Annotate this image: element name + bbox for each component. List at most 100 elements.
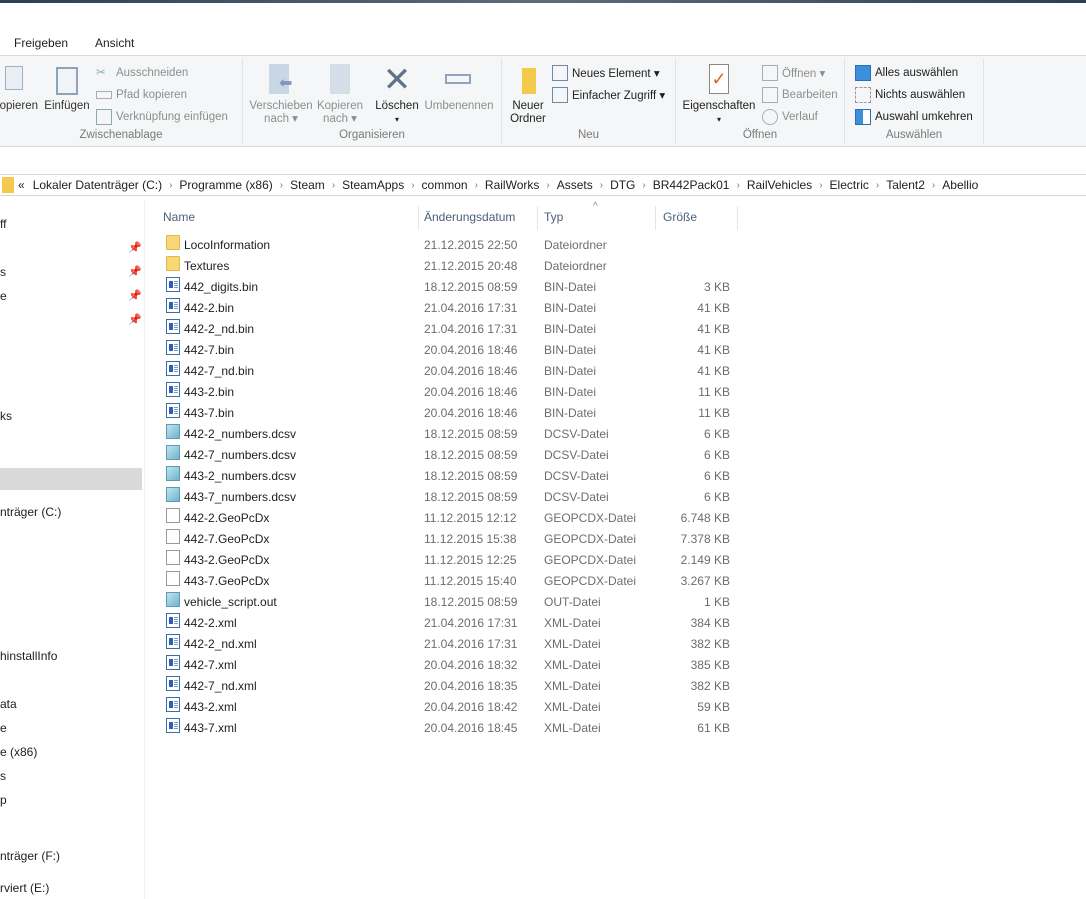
file-row[interactable]: 443-7.xml 20.04.2016 18:45 XML-Datei 61 … — [160, 718, 740, 739]
new-folder-button[interactable]: Neuer Ordner — [506, 64, 550, 126]
file-row[interactable]: 442-7_numbers.dcsv 18.12.2015 08:59 DCSV… — [160, 445, 740, 466]
file-row[interactable]: 443-2.GeoPcDx 11.12.2015 12:25 GEOPCDX-D… — [160, 550, 740, 571]
nav-item[interactable]: nträger (C:) — [0, 501, 142, 523]
breadcrumb-item[interactable]: SteamApps — [342, 178, 404, 192]
column-header-date[interactable]: Änderungsdatum — [424, 206, 515, 228]
chevron-right-icon[interactable]: › — [546, 180, 549, 191]
breadcrumb-item[interactable]: Abellio — [942, 178, 978, 192]
column-header-type[interactable]: Typ — [544, 206, 563, 228]
open-button[interactable]: Öffnen ▾ — [762, 64, 825, 82]
file-row[interactable]: 442-2_numbers.dcsv 18.12.2015 08:59 DCSV… — [160, 424, 740, 445]
file-row[interactable]: 442-7.xml 20.04.2016 18:32 XML-Datei 385… — [160, 655, 740, 676]
file-row[interactable]: 443-7.bin 20.04.2016 18:46 BIN-Datei 11 … — [160, 403, 740, 424]
properties-button[interactable]: ✓ Eigenschaften ▾ — [680, 64, 758, 126]
nav-item[interactable]: ff — [0, 213, 142, 235]
chevron-right-icon[interactable]: › — [600, 180, 603, 191]
tab-view[interactable]: Ansicht — [95, 36, 134, 50]
paste-shortcut-button[interactable]: Verknüpfung einfügen — [96, 108, 228, 126]
file-row[interactable]: 442-2.bin 21.04.2016 17:31 BIN-Datei 41 … — [160, 298, 740, 319]
select-none-button[interactable]: Nichts auswählen — [855, 86, 965, 104]
chevron-right-icon[interactable]: › — [876, 180, 879, 191]
delete-button[interactable]: ✕ Löschen ▾ — [373, 63, 421, 126]
chevron-right-icon[interactable]: › — [475, 180, 478, 191]
address-bar[interactable]: « Lokaler Datenträger (C:) › Programme (x8… — [0, 174, 1086, 196]
chevron-right-icon[interactable]: › — [642, 180, 645, 191]
history-button[interactable]: Verlauf — [762, 108, 818, 126]
copy-path-button[interactable]: Pfad kopieren — [96, 86, 187, 104]
paste-button[interactable]: Einfügen — [42, 64, 92, 113]
copy-button[interactable]: Kopieren — [0, 64, 40, 113]
nav-item-pinned[interactable]: 📌 — [0, 237, 142, 259]
nav-item[interactable]: e (x86) — [0, 741, 142, 763]
breadcrumb-item[interactable]: Electric — [830, 178, 869, 192]
pin-icon[interactable]: 📌 — [128, 309, 142, 331]
nav-item-selected[interactable] — [0, 468, 142, 490]
breadcrumb-item[interactable]: DTG — [610, 178, 635, 192]
chevron-right-icon[interactable]: › — [280, 180, 283, 191]
move-to-button[interactable]: ⬅ Verschieben nach ▾ — [247, 64, 315, 126]
nav-item[interactable]: hinstallInfo — [0, 645, 142, 667]
file-row[interactable]: 443-2.bin 20.04.2016 18:46 BIN-Datei 11 … — [160, 382, 740, 403]
file-row[interactable]: 443-7_numbers.dcsv 18.12.2015 08:59 DCSV… — [160, 487, 740, 508]
nav-item[interactable]: ata — [0, 693, 142, 715]
breadcrumb-overflow[interactable]: « — [18, 178, 25, 192]
file-row[interactable]: LocoInformation 21.12.2015 22:50 Dateior… — [160, 235, 740, 256]
nav-item-pinned[interactable]: s 📌 — [0, 261, 142, 283]
column-header-name[interactable]: Name — [163, 206, 195, 228]
pin-icon[interactable]: 📌 — [128, 261, 142, 283]
file-row[interactable]: vehicle_script.out 18.12.2015 08:59 OUT-… — [160, 592, 740, 613]
column-header-size[interactable]: Größe — [663, 206, 697, 228]
breadcrumb-item[interactable]: Steam — [290, 178, 325, 192]
file-row[interactable]: 442-7.GeoPcDx 11.12.2015 15:38 GEOPCDX-D… — [160, 529, 740, 550]
file-row[interactable]: Textures 21.12.2015 20:48 Dateiordner — [160, 256, 740, 277]
file-row[interactable]: 443-7.GeoPcDx 11.12.2015 15:40 GEOPCDX-D… — [160, 571, 740, 592]
breadcrumb-item[interactable]: Lokaler Datenträger (C:) — [33, 178, 162, 192]
edit-button[interactable]: Bearbeiten — [762, 86, 838, 104]
breadcrumb-item[interactable]: Assets — [557, 178, 593, 192]
pin-icon[interactable]: 📌 — [128, 237, 142, 259]
file-row[interactable]: 442-7_nd.xml 20.04.2016 18:35 XML-Datei … — [160, 676, 740, 697]
pin-icon[interactable]: 📌 — [128, 285, 142, 307]
nav-item-pinned[interactable]: 📌 — [0, 309, 142, 331]
chevron-right-icon[interactable]: › — [819, 180, 822, 191]
file-row[interactable]: 442-2_nd.xml 21.04.2016 17:31 XML-Datei … — [160, 634, 740, 655]
nav-item[interactable]: rviert (E:) — [0, 877, 142, 899]
rename-button[interactable]: Umbenennen — [423, 64, 495, 113]
file-row[interactable]: 442-7.bin 20.04.2016 18:46 BIN-Datei 41 … — [160, 340, 740, 361]
breadcrumb-item[interactable]: BR442Pack01 — [653, 178, 730, 192]
new-item-button[interactable]: Neues Element ▾ — [552, 64, 660, 82]
nav-item[interactable]: s — [0, 765, 142, 787]
column-divider[interactable] — [418, 206, 419, 230]
file-row[interactable]: 442_digits.bin 18.12.2015 08:59 BIN-Date… — [160, 277, 740, 298]
nav-item-pinned[interactable]: e 📌 — [0, 285, 142, 307]
select-all-button[interactable]: Alles auswählen — [855, 64, 958, 82]
nav-item[interactable]: ks — [0, 405, 142, 427]
file-row[interactable]: 443-2.xml 20.04.2016 18:42 XML-Datei 59 … — [160, 697, 740, 718]
breadcrumb-item[interactable]: RailVehicles — [747, 178, 812, 192]
file-row[interactable]: 442-7_nd.bin 20.04.2016 18:46 BIN-Datei … — [160, 361, 740, 382]
file-row[interactable]: 442-2.GeoPcDx 11.12.2015 12:12 GEOPCDX-D… — [160, 508, 740, 529]
chevron-right-icon[interactable]: › — [411, 180, 414, 191]
chevron-right-icon[interactable]: › — [332, 180, 335, 191]
cut-button[interactable]: ✂ Ausschneiden — [96, 64, 188, 82]
column-divider[interactable] — [537, 206, 538, 230]
file-row[interactable]: 443-2_numbers.dcsv 18.12.2015 08:59 DCSV… — [160, 466, 740, 487]
file-row[interactable]: 442-2.xml 21.04.2016 17:31 XML-Datei 384… — [160, 613, 740, 634]
breadcrumb-item[interactable]: RailWorks — [485, 178, 539, 192]
breadcrumb-item[interactable]: Programme (x86) — [179, 178, 272, 192]
easy-access-button[interactable]: Einfacher Zugriff ▾ — [552, 86, 665, 104]
breadcrumb-item[interactable]: Talent2 — [886, 178, 925, 192]
tab-share[interactable]: Freigeben — [14, 36, 68, 50]
breadcrumb-item[interactable]: common — [422, 178, 468, 192]
chevron-right-icon[interactable]: › — [169, 180, 172, 191]
file-row[interactable]: 442-2_nd.bin 21.04.2016 17:31 BIN-Datei … — [160, 319, 740, 340]
nav-item[interactable]: p — [0, 789, 142, 811]
copy-to-button[interactable]: Kopieren nach ▾ — [313, 64, 367, 126]
column-divider[interactable] — [655, 206, 656, 230]
nav-item[interactable]: e — [0, 717, 142, 739]
chevron-right-icon[interactable]: › — [932, 180, 935, 191]
column-divider[interactable] — [737, 206, 738, 230]
invert-selection-button[interactable]: Auswahl umkehren — [855, 108, 973, 126]
chevron-right-icon[interactable]: › — [736, 180, 739, 191]
nav-item[interactable]: nträger (F:) — [0, 845, 142, 867]
